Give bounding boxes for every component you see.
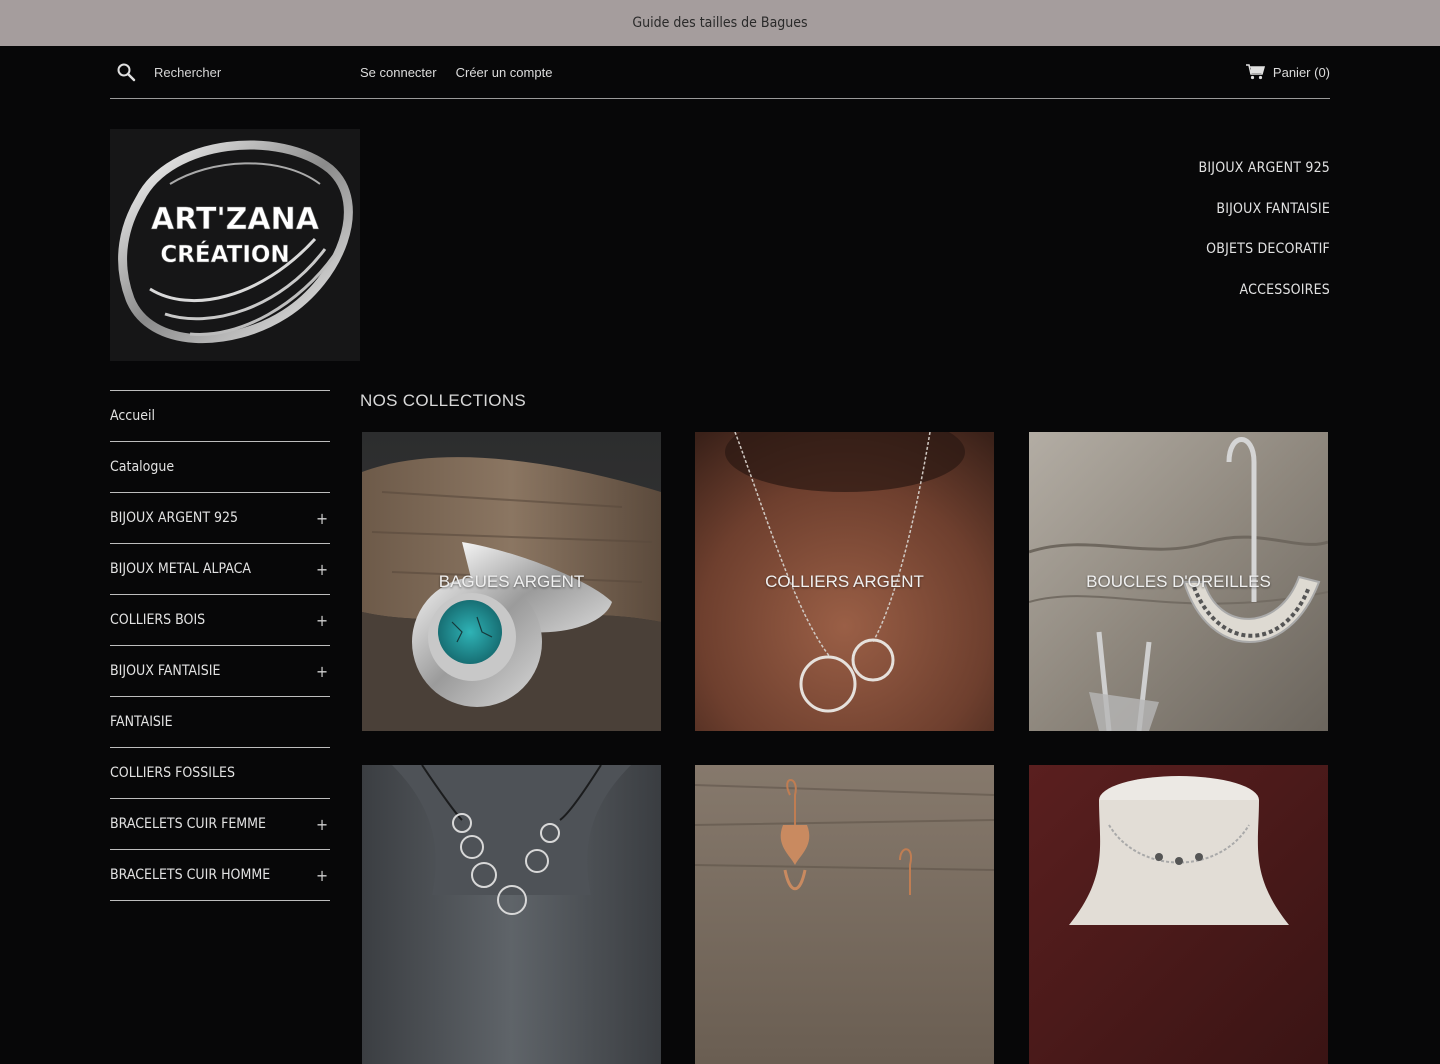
collection-card-5[interactable]	[695, 765, 994, 1064]
announcement-text[interactable]: Guide des tailles de Bagues	[632, 15, 807, 31]
collection-label: COLLIERS ARGENT	[765, 572, 924, 591]
cart-link[interactable]: Panier (0)	[1245, 64, 1330, 80]
expand-icon[interactable]: +	[316, 611, 330, 630]
collection-label: BOUCLES D'OREILLES	[1086, 572, 1271, 591]
register-link[interactable]: Créer un compte	[456, 65, 553, 80]
announcement-bar[interactable]: Guide des tailles de Bagues	[0, 0, 1440, 46]
sidebar-item-label: Catalogue	[110, 459, 175, 475]
sidebar-item-label: FANTAISIE	[110, 714, 173, 730]
bust-necklace-image	[1029, 765, 1328, 1064]
sidebar-item-colliers-bois[interactable]: COLLIERS BOIS +	[110, 595, 330, 646]
nav-bijoux-argent[interactable]: BIJOUX ARGENT 925	[1199, 160, 1330, 201]
rings-necklace-image	[362, 765, 661, 1064]
logo-line-2: CRÉATION	[160, 240, 289, 268]
sidebar-item-bijoux-metal[interactable]: BIJOUX METAL ALPACA +	[110, 544, 330, 595]
collection-card-4[interactable]	[362, 765, 661, 1064]
collection-card-colliers[interactable]: COLLIERS ARGENT	[695, 432, 994, 731]
collection-card-bagues[interactable]: BAGUES ARGENT	[362, 432, 661, 731]
nav-bijoux-fantaisie[interactable]: BIJOUX FANTAISIE	[1199, 201, 1330, 242]
main-nav: BIJOUX ARGENT 925 BIJOUX FANTAISIE OBJET…	[1199, 160, 1330, 322]
sidebar-item-bijoux-fantaisie[interactable]: BIJOUX FANTAISIE +	[110, 646, 330, 697]
collection-card-6[interactable]	[1029, 765, 1328, 1064]
copper-earrings-image	[695, 765, 994, 1064]
sidebar-item-label: BIJOUX METAL ALPACA	[110, 561, 251, 577]
cart-label: Panier (0)	[1272, 64, 1330, 80]
sidebar-item-bracelets-femme[interactable]: BRACELETS CUIR FEMME +	[110, 799, 330, 850]
logo-line-1: ART'ZANA	[151, 202, 320, 237]
expand-icon[interactable]: +	[316, 866, 330, 885]
sidebar-item-accueil[interactable]: Accueil	[110, 391, 330, 442]
nav-objets-decoratif[interactable]: OBJETS DECORATIF	[1199, 241, 1330, 282]
collection-card-boucles[interactable]: BOUCLES D'OREILLES	[1029, 432, 1328, 731]
sidebar-item-label: BRACELETS CUIR FEMME	[110, 816, 266, 832]
expand-icon[interactable]: +	[316, 662, 330, 681]
collections-title: NOS COLLECTIONS	[360, 391, 527, 410]
sidebar-item-label: BRACELETS CUIR HOMME	[110, 867, 271, 883]
sidebar-nav: Accueil Catalogue BIJOUX ARGENT 925 + BI…	[110, 390, 330, 901]
expand-icon[interactable]: +	[316, 815, 330, 834]
sidebar-item-label: Accueil	[110, 408, 155, 424]
cart-icon	[1245, 64, 1265, 80]
search-icon[interactable]	[116, 62, 136, 82]
sidebar-item-colliers-fossiles[interactable]: COLLIERS FOSSILES	[110, 748, 330, 799]
sidebar-item-bijoux-argent[interactable]: BIJOUX ARGENT 925 +	[110, 493, 330, 544]
top-bar: Se connecter Créer un compte Panier (0)	[110, 46, 1330, 99]
nav-accessoires[interactable]: ACCESSOIRES	[1199, 282, 1330, 323]
expand-icon[interactable]: +	[316, 560, 330, 579]
sidebar-item-catalogue[interactable]: Catalogue	[110, 442, 330, 493]
search-form	[110, 62, 360, 82]
expand-icon[interactable]: +	[316, 509, 330, 528]
sidebar-item-label: COLLIERS BOIS	[110, 612, 206, 628]
sidebar-item-label: BIJOUX FANTAISIE	[110, 663, 221, 679]
sidebar-item-fantaisie[interactable]: FANTAISIE	[110, 697, 330, 748]
sidebar-item-label: COLLIERS FOSSILES	[110, 765, 235, 781]
sidebar-item-label: BIJOUX ARGENT 925	[110, 510, 239, 526]
site-logo[interactable]: ART'ZANA CRÉATION	[110, 129, 360, 361]
search-input[interactable]	[152, 63, 336, 81]
login-link[interactable]: Se connecter	[360, 65, 437, 80]
sidebar-item-bracelets-homme[interactable]: BRACELETS CUIR HOMME +	[110, 850, 330, 901]
collection-label: BAGUES ARGENT	[438, 572, 585, 591]
